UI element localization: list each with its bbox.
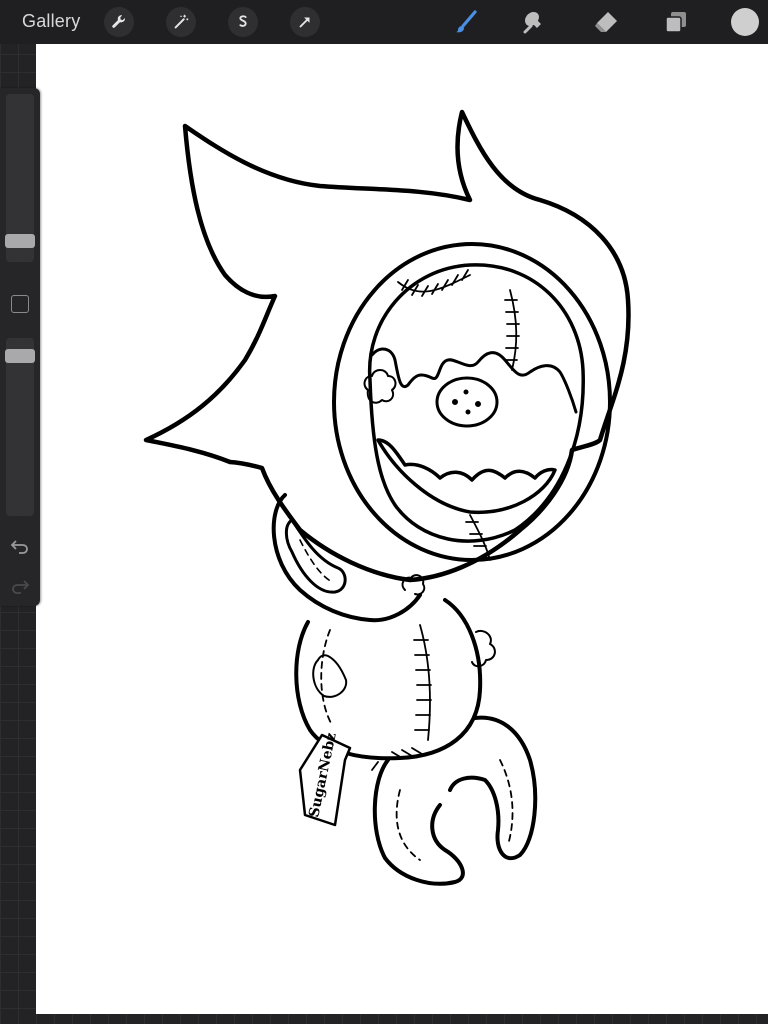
top-toolbar: Gallery	[0, 0, 768, 44]
wrench-icon	[112, 15, 125, 28]
adjustments-button[interactable]	[166, 7, 196, 37]
drawing-canvas[interactable]: SugarNebz	[36, 44, 768, 1014]
redo-icon	[12, 580, 30, 594]
redo-button[interactable]	[9, 576, 31, 596]
transform-arrow-icon	[299, 17, 310, 28]
actions-button[interactable]	[104, 7, 134, 37]
undo-icon	[10, 540, 28, 554]
gallery-button[interactable]: Gallery	[22, 11, 80, 32]
leg-left	[372, 758, 465, 886]
mouth	[376, 438, 557, 515]
opacity-thumb[interactable]	[5, 349, 35, 363]
torso-stitches	[413, 624, 432, 741]
smudge-button[interactable]	[519, 6, 551, 38]
signature-tag: SugarNebz	[298, 731, 352, 827]
hood-outline	[143, 109, 631, 583]
selection-icon	[239, 15, 247, 27]
eraser-icon	[595, 12, 617, 32]
smudge-icon	[523, 12, 541, 34]
modify-square-icon[interactable]	[11, 295, 29, 313]
brush-icon	[456, 10, 477, 33]
hair-bangs	[370, 347, 578, 414]
color-picker-button[interactable]	[731, 8, 759, 36]
left-sidebar	[0, 88, 40, 606]
artwork-lineart: SugarNebz	[143, 109, 631, 886]
layers-button[interactable]	[660, 6, 692, 38]
selection-button[interactable]	[228, 7, 258, 37]
leg-right	[448, 715, 538, 861]
brush-size-thumb[interactable]	[5, 234, 35, 248]
stitches	[397, 269, 520, 561]
magic-wand-icon	[174, 14, 189, 29]
eraser-button[interactable]	[590, 6, 622, 38]
eye	[435, 376, 499, 428]
layers-icon	[665, 12, 686, 33]
undo-button[interactable]	[9, 536, 31, 556]
opacity-slider[interactable]	[6, 338, 34, 516]
transform-button[interactable]	[290, 7, 320, 37]
brush-button[interactable]	[450, 6, 482, 38]
